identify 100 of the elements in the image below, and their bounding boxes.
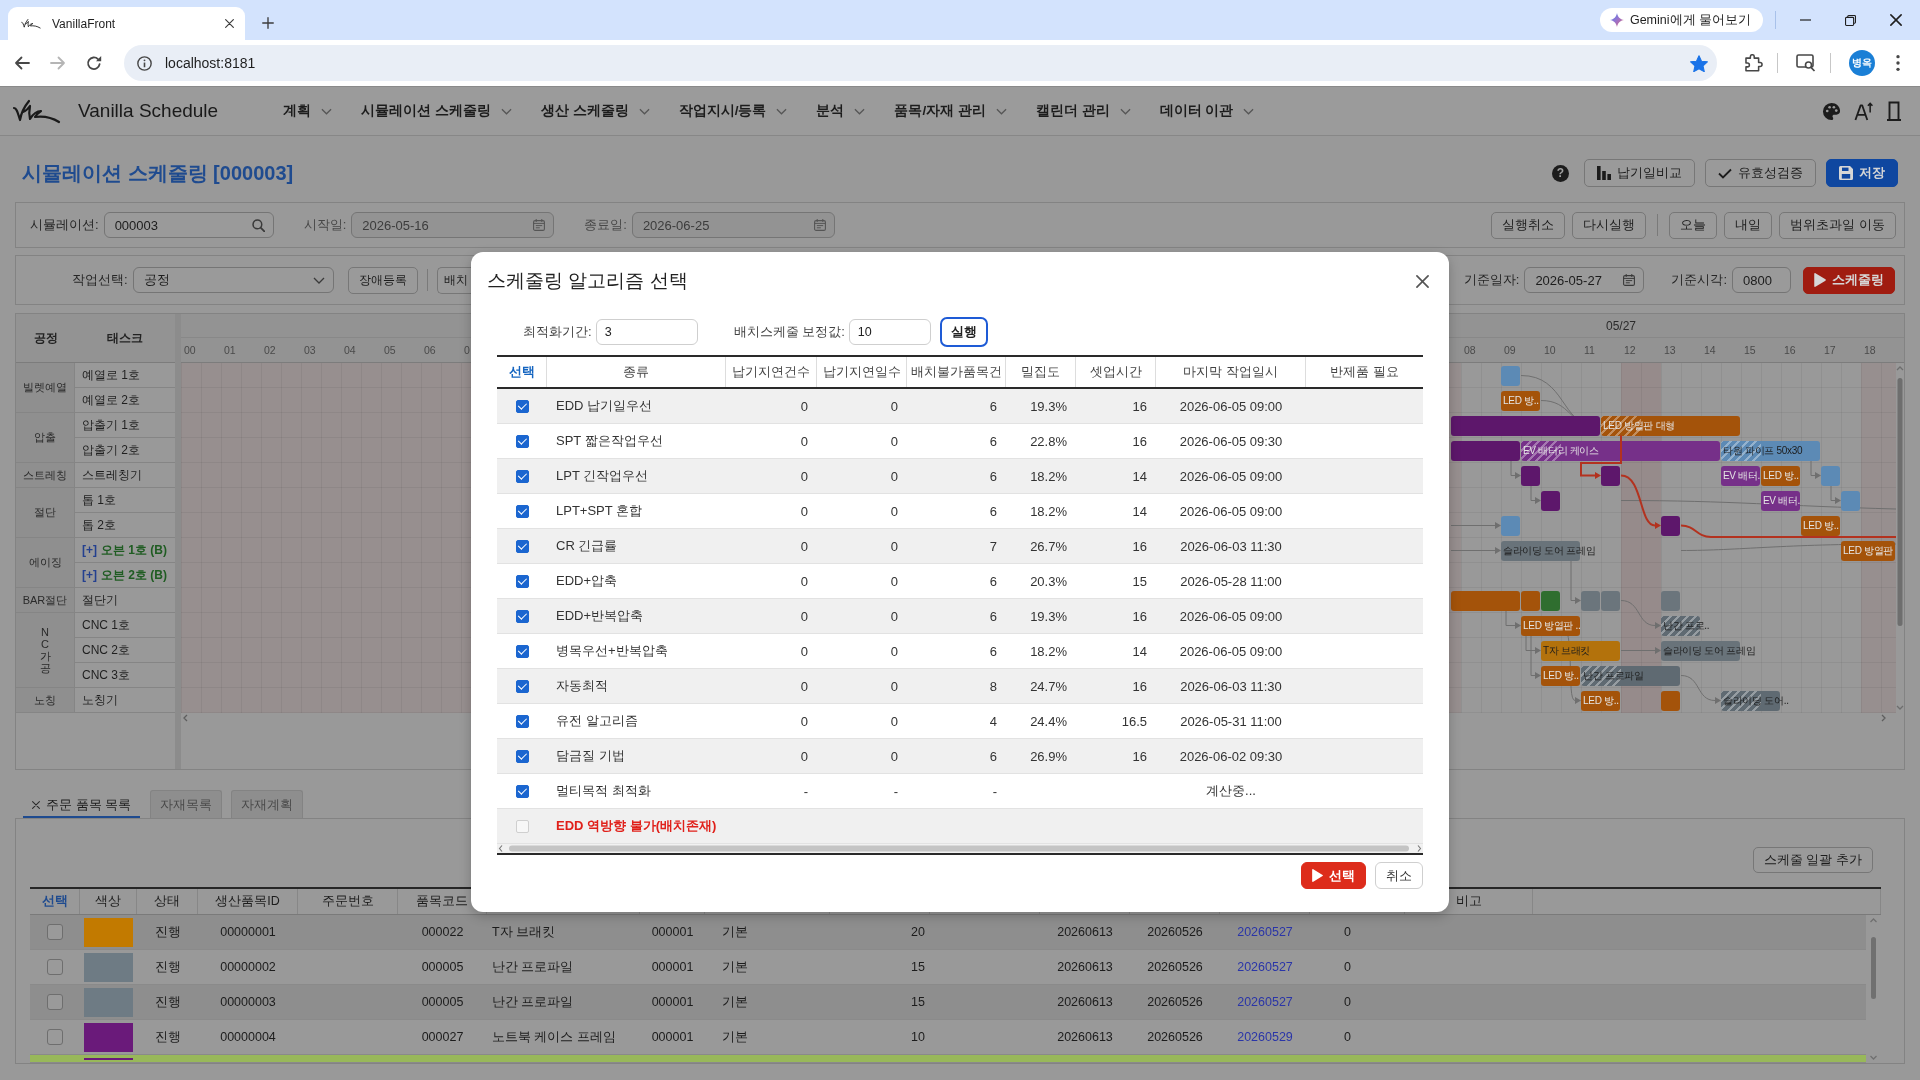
days-text: 0	[889, 642, 899, 661]
algorithm-name: EDD 납기일우선	[555, 397, 654, 415]
process-cell: NC가공	[16, 613, 75, 688]
count-text: 0	[799, 572, 809, 591]
status-text: 진행	[153, 958, 182, 976]
hour-label: 18	[1864, 344, 1876, 356]
algorithm-name: EDD+반복압축	[555, 607, 645, 625]
process-cell: 스트레칭	[16, 463, 75, 488]
days-text: -	[892, 782, 899, 801]
algorithm-name: 자동최적	[555, 677, 609, 695]
count-text: 0	[1343, 959, 1352, 976]
column-header: 셋업시간	[1076, 357, 1156, 387]
page-title: 시뮬레이션 스케줄링 [000003]	[22, 160, 294, 186]
date-text: 20260526	[1146, 924, 1204, 941]
count-text: -	[802, 782, 809, 801]
percent-text: 19.3%	[1029, 397, 1068, 416]
count-text: 0	[799, 502, 809, 521]
count-text: 8	[988, 677, 998, 696]
percent-text: 18.2%	[1029, 642, 1068, 661]
hour-label: 14	[1704, 344, 1716, 356]
date-text: 20260613	[1056, 994, 1114, 1011]
hour-label: 05	[384, 344, 396, 356]
quantity-text: 10	[910, 1029, 926, 1046]
column-header: 배치불가품목건	[907, 357, 1006, 387]
count-text: 0	[799, 642, 809, 661]
type-text: 기본	[721, 958, 749, 976]
column-header: 반제품 필요	[1329, 363, 1400, 381]
days-text: 0	[889, 397, 899, 416]
count-text: 0	[799, 677, 809, 696]
percent-text: 26.9%	[1029, 747, 1068, 766]
count-text: 4	[988, 712, 998, 731]
hour-label: 16	[1784, 344, 1796, 356]
field-label: 작업선택:	[72, 271, 128, 289]
hours-text: 16	[1131, 677, 1148, 696]
field-label: 배치스케줄 보정값:	[733, 323, 845, 341]
item-id: 00000001	[219, 924, 277, 941]
item-name: T자 브래킷	[491, 923, 557, 941]
hour-label: 13	[1664, 344, 1676, 356]
status-text: 진행	[153, 923, 182, 941]
column-header: 색상	[80, 889, 137, 914]
process-cell: 압출	[16, 413, 75, 463]
count-text: -	[991, 782, 998, 801]
hour-label: 11	[1584, 344, 1595, 356]
date-label: 05/27	[1606, 319, 1636, 333]
column-header: 선택	[497, 357, 547, 387]
bar-label: T자 브래킷	[1543, 643, 1591, 658]
bar-label: 난간 프로파일	[1583, 668, 1644, 683]
item-id: 00000004	[219, 1029, 277, 1046]
hour-label: 02	[264, 344, 276, 356]
hour-label: 00	[184, 344, 196, 356]
algorithm-name: 병목우선+반복압축	[555, 642, 669, 660]
algorithm-name: CR 긴급률	[555, 537, 619, 555]
hours-text: 16	[1131, 397, 1148, 416]
bar-label: 타원 파이프 50x30	[1723, 443, 1803, 458]
days-text: 0	[889, 607, 899, 626]
type-text: 기본	[721, 923, 749, 941]
column-header: 종류	[547, 357, 726, 387]
column-header: 납기지연일수	[817, 357, 907, 387]
algorithm-name: LPT 긴작업우선	[555, 467, 650, 485]
task-label: 오븐 2호 (B)	[101, 566, 167, 584]
count-text: 0	[1343, 924, 1352, 941]
days-text: 0	[889, 502, 899, 521]
percent-text: 24.7%	[1029, 677, 1068, 696]
process-cell: 노칭	[16, 688, 75, 713]
datetime-text: 2026-05-31 11:00	[1179, 712, 1283, 731]
item-code: 000027	[420, 1029, 465, 1046]
datetime-text: 2026-05-28 11:00	[1179, 572, 1283, 591]
column-header: 상태	[137, 889, 198, 914]
column-header: 공정	[32, 329, 59, 347]
hour-label: 12	[1624, 344, 1636, 356]
percent-text: 26.7%	[1029, 537, 1068, 556]
column-header: 밀집도	[1006, 357, 1076, 387]
column-header: 태스크	[106, 329, 144, 347]
column-header: 주문번호	[298, 889, 398, 914]
hour-label: 09	[1504, 344, 1516, 356]
column-header: 납기지연건수	[726, 357, 817, 387]
hours-text: 16	[1131, 607, 1148, 626]
datetime-text: 2026-06-05 09:00	[1178, 397, 1284, 416]
count-text: 0	[799, 712, 809, 731]
date-text: 20260613	[1056, 1029, 1114, 1046]
algorithm-name: LPT+SPT 혼합	[555, 502, 644, 520]
column-header: 생산품목ID	[198, 889, 298, 914]
count-text: 6	[988, 432, 998, 451]
hours-text: 14	[1131, 642, 1148, 661]
algorithm-name: EDD 역방향 불가(배치존재)	[555, 817, 718, 835]
days-text: 0	[889, 572, 899, 591]
item-name: 난간 프로파일	[491, 993, 575, 1011]
datetime-text: 2026-06-03 11:30	[1179, 537, 1283, 556]
count-text: 0	[799, 607, 809, 626]
datetime-text: 2026-06-05 09:00	[1178, 607, 1284, 626]
hour-label: 03	[304, 344, 316, 356]
hour-label: 01	[224, 344, 236, 356]
hours-text: 16	[1131, 747, 1148, 766]
process-cell: BAR절단	[16, 588, 75, 613]
status-text: 진행	[153, 993, 182, 1011]
item-name: 노트북 케이스 프레임	[491, 1028, 617, 1046]
hours-text: 16.5	[1120, 712, 1148, 731]
algorithm-name: 담금질 기법	[555, 747, 626, 765]
process-cell: 에이징	[16, 538, 75, 588]
date-text: 20260613	[1056, 924, 1114, 941]
